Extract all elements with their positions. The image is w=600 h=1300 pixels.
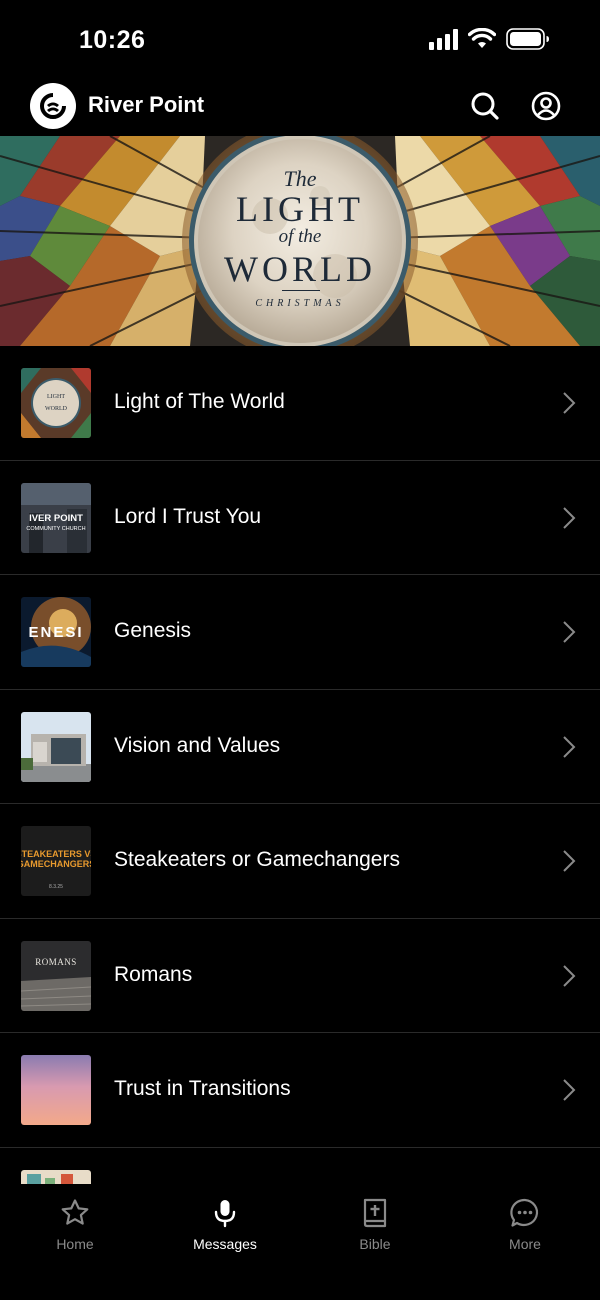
list-item[interactable]: LIGHT WORLD Light of The World: [0, 346, 600, 461]
chevron-right-icon: [563, 964, 576, 987]
series-title: Lord I Trust You: [114, 504, 262, 528]
svg-text:ROMANS: ROMANS: [35, 957, 77, 967]
app-title: River Point: [88, 92, 205, 117]
series-list: LIGHT WORLD Light of The World IVER POIN…: [0, 346, 600, 1184]
banner-title: The LIGHT of the WORLD CHRISTMAS: [0, 136, 600, 346]
svg-text:IVER POINT: IVER POINT: [29, 513, 83, 524]
series-title: Light of The World: [114, 390, 285, 413]
series-thumbnail: LIGHT WORLD: [21, 368, 91, 438]
series-thumbnail: IVER POINT COMMUNITY CHURCH: [21, 482, 91, 553]
star-icon: [61, 1199, 89, 1225]
tab-label: More: [509, 1236, 541, 1252]
bottom-tab-bar: Home Messages Bible More: [0, 1184, 600, 1300]
list-item[interactable]: Vision and Values: [0, 690, 600, 804]
chat-bubble-icon: [510, 1198, 539, 1227]
series-thumbnail: ENESI: [21, 597, 91, 667]
cellular-signal-icon: [429, 28, 458, 50]
series-thumbnail: [21, 1055, 91, 1125]
tab-label: Home: [56, 1236, 94, 1252]
chevron-right-icon: [563, 506, 576, 529]
list-item[interactable]: ROMANS Romans: [0, 919, 600, 1033]
banner-title-light: LIGHT: [236, 189, 364, 229]
series-thumbnail: [21, 711, 91, 782]
banner-title-of-the: of the: [278, 226, 322, 247]
chevron-right-icon: [563, 1079, 576, 1101]
battery-icon: [506, 28, 549, 50]
chevron-right-icon: [563, 392, 576, 414]
chevron-right-icon: [563, 621, 576, 643]
banner-title-world: WORLD: [224, 249, 376, 289]
svg-text:8.3.25: 8.3.25: [49, 884, 63, 890]
search-button[interactable]: [469, 90, 501, 122]
list-item[interactable]: STEAKEATERS VS GAMECHANGERS 8.3.25 Steak…: [0, 804, 600, 919]
banner-subtitle: CHRISTMAS: [255, 298, 345, 309]
account-icon: [531, 91, 561, 121]
series-title: Genesis: [114, 619, 192, 642]
series-thumbnail: ROMANS: [21, 940, 91, 1011]
app-header: River Point: [0, 80, 600, 136]
featured-series-banner[interactable]: The LIGHT of the WORLD CHRISTMAS: [0, 136, 600, 346]
list-item[interactable]: Trust in Transitions: [0, 1033, 600, 1148]
svg-text:STEAKEATERS VS: STEAKEATERS VS: [21, 849, 91, 859]
status-icons: [429, 28, 550, 50]
chevron-right-icon: [563, 850, 576, 872]
microphone-icon: [214, 1200, 236, 1228]
list-item[interactable]: [0, 1148, 600, 1184]
tab-bible[interactable]: Bible: [315, 1196, 435, 1252]
chevron-right-icon: [563, 735, 576, 758]
search-icon: [471, 92, 499, 120]
tab-home[interactable]: Home: [15, 1196, 135, 1252]
svg-text:COMMUNITY CHURCH: COMMUNITY CHURCH: [26, 526, 85, 532]
svg-text:WORLD: WORLD: [45, 406, 68, 412]
thumb-text: LIGHT: [47, 394, 65, 400]
series-thumbnail: [21, 1169, 91, 1184]
svg-text:GAMECHANGERS: GAMECHANGERS: [21, 859, 91, 869]
svg-text:ENESI: ENESI: [28, 624, 83, 641]
series-thumbnail: STEAKEATERS VS GAMECHANGERS 8.3.25: [21, 826, 91, 896]
series-title: Vision and Values: [114, 733, 281, 757]
status-time: 10:26: [79, 26, 146, 54]
tab-label: Bible: [359, 1236, 391, 1252]
tab-more[interactable]: More: [465, 1196, 585, 1252]
wifi-icon: [468, 28, 496, 48]
bible-icon: [363, 1198, 387, 1228]
banner-divider: [282, 290, 320, 291]
list-item[interactable]: IVER POINT COMMUNITY CHURCH Lord I Trust…: [0, 461, 600, 575]
tab-label: Messages: [193, 1236, 257, 1252]
series-title: Steakeaters or Gamechangers: [114, 848, 400, 871]
tab-messages[interactable]: Messages: [165, 1196, 285, 1252]
list-item[interactable]: ENESI Genesis: [0, 575, 600, 690]
series-title: Trust in Transitions: [114, 1077, 291, 1100]
river-point-logo-icon[interactable]: [30, 83, 76, 129]
account-button[interactable]: [530, 90, 562, 122]
series-title: Romans: [114, 962, 193, 986]
status-bar: 10:26: [0, 0, 600, 80]
